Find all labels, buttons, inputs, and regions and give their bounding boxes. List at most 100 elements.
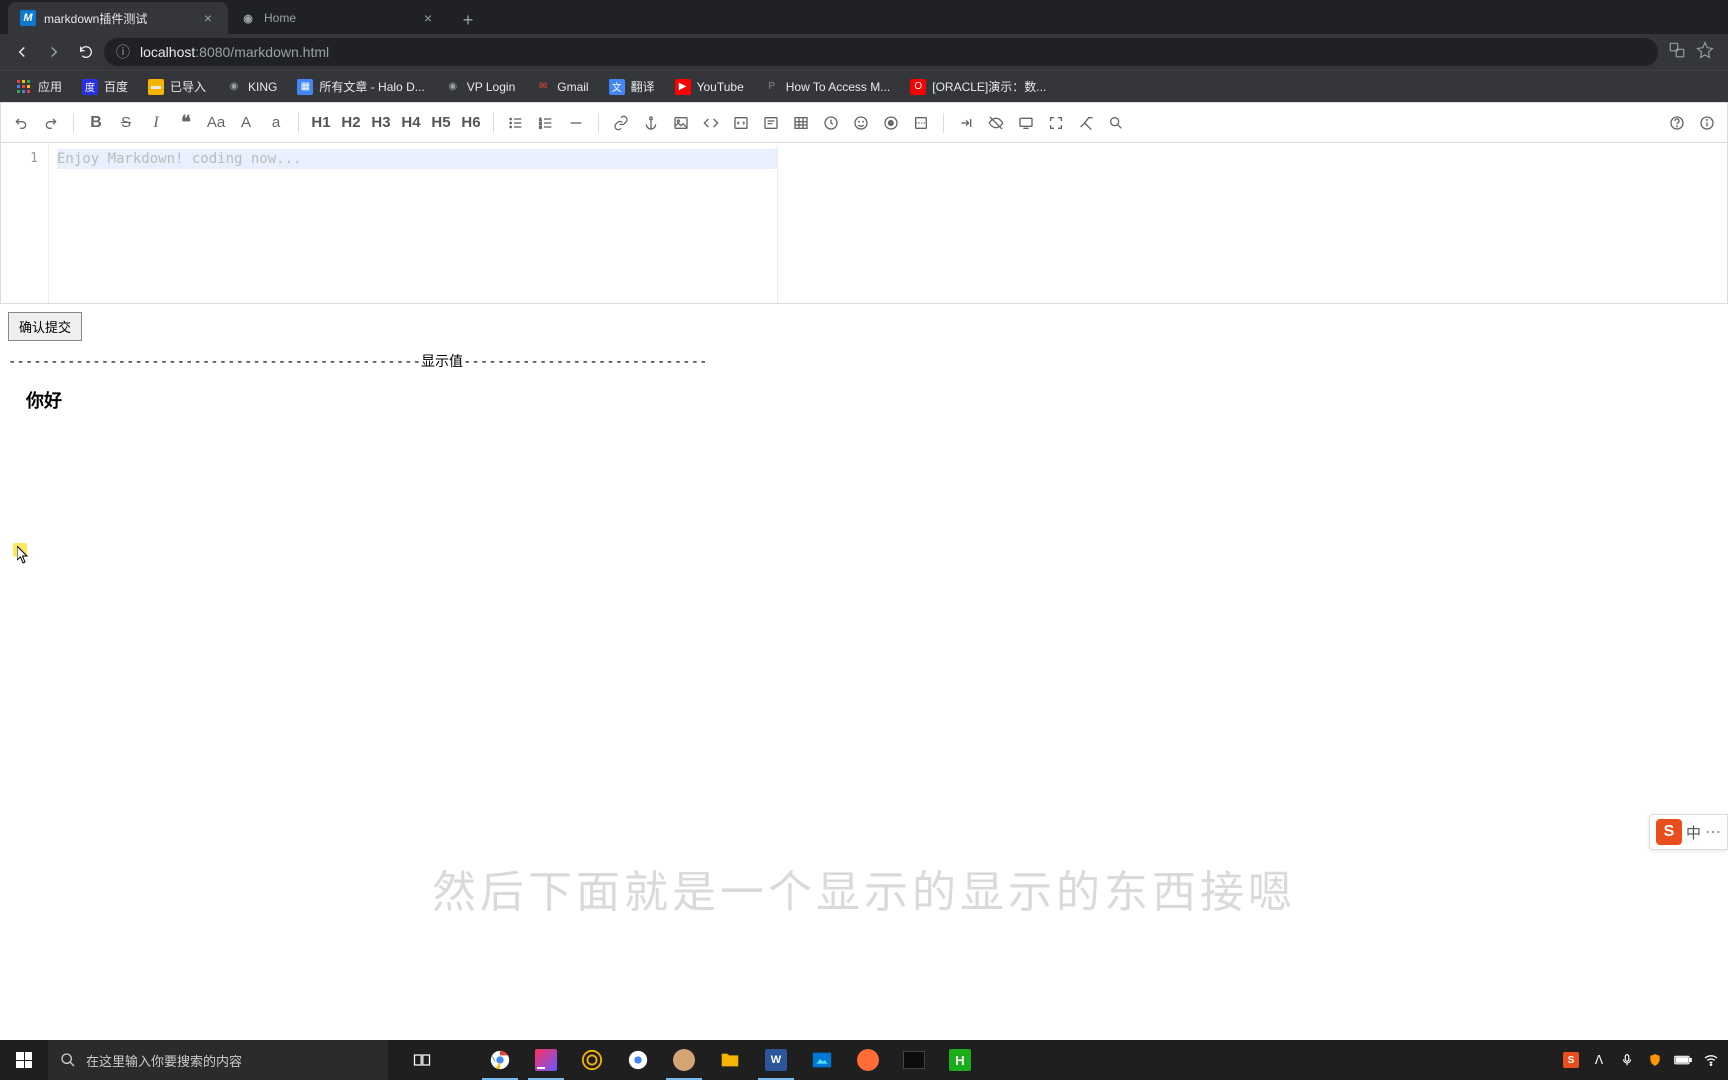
code-editor[interactable]: Enjoy Markdown! coding now... <box>49 143 777 303</box>
preformatted-button[interactable] <box>757 107 785 139</box>
search-button[interactable] <box>1102 107 1130 139</box>
h3-button[interactable]: H3 <box>367 107 395 139</box>
back-button[interactable] <box>8 38 36 66</box>
word-app[interactable]: W <box>754 1040 798 1080</box>
preview-button[interactable] <box>1012 107 1040 139</box>
oracle-icon: O <box>910 79 926 95</box>
new-tab-button[interactable]: + <box>454 6 482 34</box>
site-info-icon[interactable]: ⓘ <box>116 42 130 62</box>
preview-pane <box>777 143 1727 303</box>
postman-app[interactable] <box>846 1040 890 1080</box>
link-button[interactable] <box>607 107 635 139</box>
watch-button[interactable] <box>982 107 1010 139</box>
close-icon[interactable]: × <box>200 10 216 26</box>
security-tray-icon[interactable] <box>1646 1051 1664 1069</box>
quote-button[interactable]: ❝ <box>172 107 200 139</box>
bookmark-folder-imported[interactable]: ▬已导入 <box>140 74 214 99</box>
task-view-button[interactable] <box>400 1040 444 1080</box>
info-button[interactable] <box>1693 107 1721 139</box>
close-icon[interactable]: × <box>420 10 436 26</box>
app-5[interactable] <box>662 1040 706 1080</box>
bookmark-star-icon[interactable] <box>1696 41 1714 64</box>
textcase-mixed-button[interactable]: Aa <box>202 107 230 139</box>
h6-button[interactable]: H6 <box>457 107 485 139</box>
bookmark-translate[interactable]: 文翻译 <box>601 74 663 99</box>
file-explorer-app[interactable] <box>708 1040 752 1080</box>
toolbar-separator <box>298 113 299 133</box>
url-text: localhost:8080/markdown.html <box>140 44 329 60</box>
markdown-editor: B S I ❝ Aa A a H1 H2 H3 H4 H5 H6 123 <box>0 102 1728 304</box>
bookmark-oracle[interactable]: O[ORACLE]演示：数... <box>902 74 1054 99</box>
doc-icon: ▦ <box>297 79 313 95</box>
ordered-list-button[interactable]: 123 <box>532 107 560 139</box>
bookmark-king[interactable]: ◉KING <box>218 75 285 99</box>
goto-line-button[interactable] <box>952 107 980 139</box>
forward-button[interactable] <box>40 38 68 66</box>
reload-button[interactable] <box>72 38 100 66</box>
folder-icon: ▬ <box>148 79 164 95</box>
tab-favicon: ◉ <box>240 10 256 26</box>
microphone-icon[interactable] <box>1618 1051 1636 1069</box>
intellij-app[interactable] <box>524 1040 568 1080</box>
fullscreen-button[interactable] <box>1042 107 1070 139</box>
app-3[interactable] <box>570 1040 614 1080</box>
emoji-button[interactable] <box>847 107 875 139</box>
strikethrough-button[interactable]: S <box>112 107 140 139</box>
image-button[interactable] <box>667 107 695 139</box>
taskbar: 在这里输入你要搜索的内容 W H S ᐱ <box>0 1040 1728 1080</box>
bookmark-baidu[interactable]: 度百度 <box>74 74 136 99</box>
submit-button[interactable]: 确认提交 <box>8 312 82 341</box>
tab-active[interactable]: M markdown插件测试 × <box>8 2 228 34</box>
unordered-list-button[interactable] <box>502 107 530 139</box>
bookmark-youtube[interactable]: ▶YouTube <box>667 75 752 99</box>
textcase-upper-button[interactable]: A <box>232 107 260 139</box>
h5-button[interactable]: H5 <box>427 107 455 139</box>
bookmark-howto[interactable]: PHow To Access M... <box>756 75 898 99</box>
sogou-tray-icon[interactable]: S <box>1562 1051 1580 1069</box>
undo-button[interactable] <box>7 107 35 139</box>
translate-icon[interactable] <box>1668 41 1686 64</box>
divider-label: ----------------------------------------… <box>0 349 1728 373</box>
omnibox[interactable]: ⓘ localhost:8080/markdown.html <box>104 38 1658 66</box>
code-block-button[interactable] <box>727 107 755 139</box>
h2-button[interactable]: H2 <box>337 107 365 139</box>
terminal-app[interactable] <box>892 1040 936 1080</box>
page-content: B S I ❝ Aa A a H1 H2 H3 H4 H5 H6 123 <box>0 102 1728 1040</box>
ime-indicator[interactable]: S 中 ⋯ <box>1649 814 1728 850</box>
taskbar-search[interactable]: 在这里输入你要搜索的内容 <box>48 1040 388 1080</box>
datetime-button[interactable] <box>817 107 845 139</box>
bookmark-gmail[interactable]: ✉Gmail <box>527 75 596 99</box>
help-button[interactable] <box>1663 107 1691 139</box>
battery-icon[interactable] <box>1674 1051 1692 1069</box>
pagebreak-button[interactable] <box>907 107 935 139</box>
textcase-lower-button[interactable]: a <box>262 107 290 139</box>
hbuilder-app[interactable]: H <box>938 1040 982 1080</box>
h1-button[interactable]: H1 <box>307 107 335 139</box>
system-tray: S ᐱ <box>1554 1051 1728 1069</box>
hr-button[interactable] <box>562 107 590 139</box>
bold-button[interactable]: B <box>82 107 110 139</box>
chrome-canary-app[interactable] <box>616 1040 660 1080</box>
code-button[interactable] <box>697 107 725 139</box>
bookmark-halo[interactable]: ▦所有文章 - Halo D... <box>289 74 432 99</box>
italic-button[interactable]: I <box>142 107 170 139</box>
tray-chevron-icon[interactable]: ᐱ <box>1590 1051 1608 1069</box>
globe-icon: ◉ <box>226 79 242 95</box>
tab-strip: M markdown插件测试 × ◉ Home × + <box>0 0 1728 34</box>
clear-button[interactable] <box>1072 107 1100 139</box>
tab-inactive[interactable]: ◉ Home × <box>228 2 448 34</box>
h4-button[interactable]: H4 <box>397 107 425 139</box>
bookmark-vp-login[interactable]: ◉VP Login <box>437 75 524 99</box>
photos-app[interactable] <box>800 1040 844 1080</box>
special-char-button[interactable]: © <box>877 107 905 139</box>
anchor-button[interactable] <box>637 107 665 139</box>
taskbar-apps: W H <box>400 1040 982 1080</box>
bookmark-apps[interactable]: 应用 <box>8 74 70 99</box>
wifi-icon[interactable] <box>1702 1051 1720 1069</box>
table-button[interactable] <box>787 107 815 139</box>
line-number: 1 <box>1 151 38 166</box>
start-button[interactable] <box>0 1040 48 1080</box>
cursor-icon <box>17 546 29 564</box>
redo-button[interactable] <box>37 107 65 139</box>
chrome-app[interactable] <box>478 1040 522 1080</box>
